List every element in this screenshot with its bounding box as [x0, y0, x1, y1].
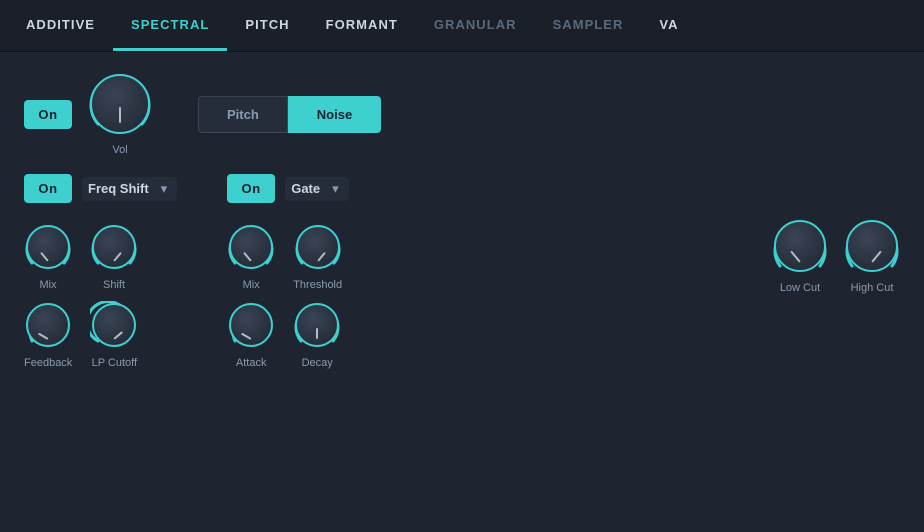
- lp-cutoff-label: LP Cutoff: [92, 357, 137, 369]
- noise-button[interactable]: Noise: [288, 96, 381, 133]
- mix-right-wrap: [227, 223, 275, 271]
- shift-container: Shift: [90, 223, 138, 291]
- gate-knobs-row1: Mix Threshold: [227, 223, 348, 291]
- mix-right-label: Mix: [243, 279, 260, 291]
- low-cut-knob[interactable]: [774, 220, 826, 272]
- controls-area: On Freq Shift ▾ Mix: [24, 174, 900, 369]
- freq-shift-label: Freq Shift: [88, 181, 149, 196]
- mix-left-wrap: [24, 223, 72, 271]
- high-cut-container: High Cut: [844, 218, 900, 294]
- on-button-row1[interactable]: On: [24, 100, 72, 129]
- freq-shift-knobs-row2: Feedback LP Cutoff: [24, 301, 177, 369]
- freq-shift-arrow[interactable]: ▾: [161, 181, 168, 197]
- on-button-freq-shift[interactable]: On: [24, 174, 72, 203]
- mix-left-container: Mix: [24, 223, 72, 291]
- attack-label: Attack: [236, 357, 267, 369]
- feedback-knob[interactable]: [26, 303, 70, 347]
- decay-wrap: [293, 301, 341, 349]
- tab-granular[interactable]: GRANULAR: [416, 0, 535, 51]
- mix-left-knob[interactable]: [26, 225, 70, 269]
- feedback-container: Feedback: [24, 301, 72, 369]
- gate-dropdown[interactable]: Gate ▾: [285, 177, 348, 201]
- freq-shift-section: On Freq Shift ▾ Mix: [24, 174, 177, 369]
- lp-cutoff-wrap: [90, 301, 138, 349]
- threshold-container: Threshold: [293, 223, 342, 291]
- mix-right-container: Mix: [227, 223, 275, 291]
- lp-cutoff-container: LP Cutoff: [90, 301, 138, 369]
- attack-knob[interactable]: [229, 303, 273, 347]
- decay-container: Decay: [293, 301, 341, 369]
- attack-container: Attack: [227, 301, 275, 369]
- right-filter-knobs: Low Cut High Cut: [772, 218, 900, 294]
- high-cut-knob[interactable]: [846, 220, 898, 272]
- gate-knobs-row2: Attack Decay: [227, 301, 348, 369]
- low-cut-label: Low Cut: [780, 282, 820, 294]
- high-cut-label: High Cut: [851, 282, 894, 294]
- threshold-knob[interactable]: [296, 225, 340, 269]
- low-cut-wrap: [772, 218, 828, 274]
- low-cut-container: Low Cut: [772, 218, 828, 294]
- row1: On Vol Pitch Noise: [24, 72, 900, 156]
- pitch-button[interactable]: Pitch: [198, 96, 288, 133]
- vol-knob[interactable]: [90, 74, 150, 134]
- vol-knob-container: Vol: [88, 72, 152, 156]
- shift-knob[interactable]: [92, 225, 136, 269]
- shift-wrap: [90, 223, 138, 271]
- tab-sampler[interactable]: SAMPLER: [535, 0, 642, 51]
- decay-knob[interactable]: [295, 303, 339, 347]
- freq-shift-row: On Freq Shift ▾: [24, 174, 177, 203]
- attack-wrap: [227, 301, 275, 349]
- gate-arrow[interactable]: ▾: [332, 181, 339, 197]
- threshold-label: Threshold: [293, 279, 342, 291]
- freq-shift-knobs-row1: Mix Shift: [24, 223, 177, 291]
- vol-label: Vol: [112, 144, 127, 156]
- freq-shift-dropdown[interactable]: Freq Shift ▾: [82, 177, 177, 201]
- tab-additive[interactable]: ADDITIVE: [8, 0, 113, 51]
- tab-spectral[interactable]: SPECTRAL: [113, 0, 227, 51]
- gate-label: Gate: [291, 181, 320, 196]
- gate-row: On Gate ▾: [227, 174, 348, 203]
- tab-pitch[interactable]: PITCH: [227, 0, 307, 51]
- tab-va[interactable]: VA: [641, 0, 696, 51]
- mix-left-label: Mix: [39, 279, 56, 291]
- feedback-wrap: [24, 301, 72, 349]
- tab-bar: ADDITIVE SPECTRAL PITCH FORMANT GRANULAR…: [0, 0, 924, 52]
- feedback-label: Feedback: [24, 357, 72, 369]
- decay-label: Decay: [302, 357, 333, 369]
- shift-label: Shift: [103, 279, 125, 291]
- mix-right-knob[interactable]: [229, 225, 273, 269]
- main-content: On Vol Pitch Noise On Fre: [0, 52, 924, 389]
- high-cut-wrap: [844, 218, 900, 274]
- pitch-noise-selector: Pitch Noise: [198, 96, 381, 133]
- gate-section: On Gate ▾ Mix: [227, 174, 348, 369]
- vol-knob-wrap: [88, 72, 152, 136]
- on-button-gate[interactable]: On: [227, 174, 275, 203]
- threshold-wrap: [294, 223, 342, 271]
- lp-cutoff-knob[interactable]: [92, 303, 136, 347]
- tab-formant[interactable]: FORMANT: [308, 0, 416, 51]
